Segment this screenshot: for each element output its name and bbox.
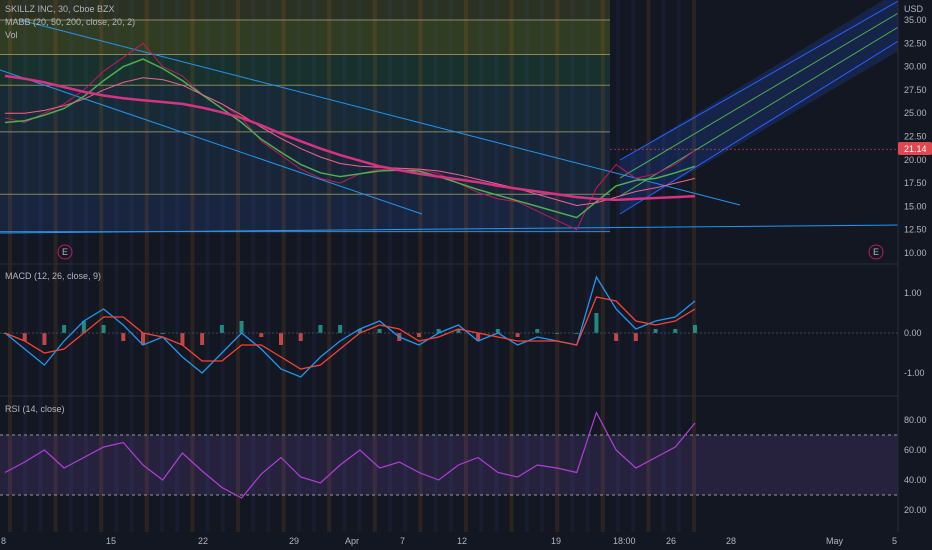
price-tick-label: 27.50 [904, 85, 927, 95]
macd-bar [535, 329, 540, 333]
macd-bar [673, 329, 678, 333]
price-tick-label: 12.50 [904, 225, 927, 235]
x-tick-label: 15 [106, 536, 116, 546]
x-tick-label: 28 [726, 536, 736, 546]
level-zone-4 [0, 194, 610, 232]
price-tick-label: 30.00 [904, 62, 927, 72]
price-panel-background [0, 0, 610, 232]
price-tick-label: 22.50 [904, 132, 927, 142]
earnings-marker-2-label: E [873, 247, 879, 257]
price-badge-value: 21.14 [904, 144, 927, 154]
macd-bar [693, 325, 697, 333]
macd-title[interactable]: MACD (12, 26, close, 9) [5, 271, 101, 281]
x-tick-label: 26 [666, 536, 676, 546]
x-tick-label: 12 [457, 536, 467, 546]
rsi-band [0, 435, 898, 495]
price-tick-label: 35.00 [904, 15, 927, 25]
macd-bar [653, 329, 658, 333]
x-tick-label: 5 [892, 536, 897, 546]
price-tick-label: 25.00 [904, 108, 927, 118]
macd-bar [417, 333, 421, 337]
chart-canvas: 35.00 32.50 30.00 27.50 25.00 22.50 20.00 17.50… [0, 0, 932, 550]
macd-bar [614, 333, 619, 341]
x-tick-label: Apr [345, 536, 359, 546]
rsi-title[interactable]: RSI (14, close) [5, 404, 65, 414]
macd-bar [42, 333, 47, 345]
macd-bar [219, 325, 224, 333]
indicator-mabb-label[interactable]: MABB (20, 50, 200, close, 20, 2) [5, 17, 135, 27]
currency-label: USD [904, 4, 924, 14]
x-tick-label: 7 [400, 536, 405, 546]
symbol-title[interactable]: SKILLZ INC, 30, Cboe BZX [5, 4, 115, 14]
rsi-tick-label: 40.00 [904, 475, 927, 485]
macd-bar [259, 333, 264, 337]
macd-tick-label: -1.00 [904, 368, 925, 378]
price-tick-label: 10.00 [904, 248, 927, 258]
indicator-vol-label[interactable]: Vol [5, 30, 18, 40]
macd-bar [101, 325, 106, 333]
macd-bar [515, 333, 520, 337]
macd-bar [180, 333, 185, 345]
macd-bar [633, 333, 638, 341]
macd-bar [338, 325, 343, 333]
macd-tick-label: 0.00 [904, 328, 922, 338]
earnings-marker-1-label: E [62, 247, 68, 257]
price-tick-label: 20.00 [904, 155, 927, 165]
macd-bar [279, 333, 283, 345]
macd-bar [200, 333, 205, 345]
rsi-tick-label: 60.00 [904, 445, 927, 455]
price-tick-label: 17.50 [904, 178, 927, 188]
macd-bar [377, 329, 382, 333]
macd-bar [298, 333, 303, 341]
x-tick-label: May [826, 536, 844, 546]
macd-tick-label: 1.00 [904, 288, 922, 298]
level-zone-3 [0, 131, 610, 195]
x-tick-label: 22 [198, 536, 208, 546]
rsi-tick-label: 20.00 [904, 505, 927, 515]
macd-bar [239, 321, 244, 333]
level-zone-1 [0, 54, 610, 86]
price-axis-background [898, 0, 932, 550]
macd-bar [594, 313, 599, 333]
x-tick-label: 29 [289, 536, 299, 546]
price-tick-label: 32.50 [904, 38, 927, 48]
x-tick-label: 8 [1, 536, 6, 546]
x-tick-label: 19 [551, 536, 561, 546]
price-tick-label: 15.00 [904, 201, 927, 211]
rsi-tick-label: 80.00 [904, 415, 927, 425]
x-tick-label: 18:00 [613, 536, 636, 546]
macd-bar [318, 325, 323, 333]
macd-bar [121, 333, 126, 341]
macd-bar [62, 325, 67, 333]
